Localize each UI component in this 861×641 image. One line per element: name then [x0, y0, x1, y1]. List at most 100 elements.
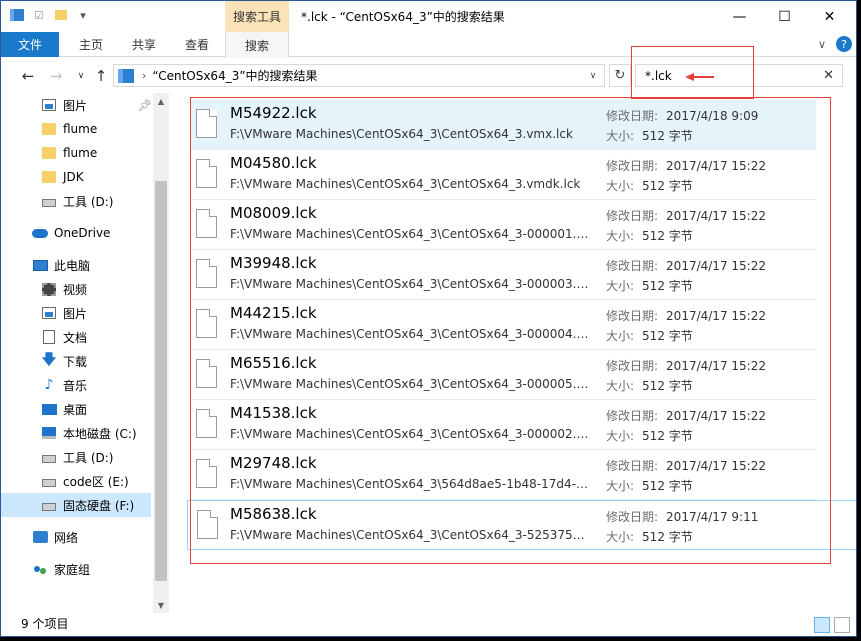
explorer-window: ☑ ▾ 搜索工具 *.lck - “CentOSx64_3”中的搜索结果 — ☐… — [0, 0, 857, 637]
sidebar-item-label: JDK — [63, 170, 84, 184]
sidebar-item-this-pc[interactable]: 此电脑 — [1, 253, 151, 277]
sidebar-item-label: 家庭组 — [54, 562, 91, 577]
tab-home[interactable]: 主页 — [63, 32, 119, 57]
breadcrumb-path[interactable]: “CentOSx64_3”中的搜索结果 — [152, 67, 317, 84]
sidebar-item-label: 图片 — [63, 98, 88, 113]
sidebar-item-label: flume — [63, 146, 98, 160]
search-tools-context-tab: 搜索工具 — [225, 1, 289, 32]
pictures-icon — [41, 97, 57, 113]
sidebar-item-network[interactable]: 网络 — [1, 525, 151, 549]
item-count: 9 个项目 — [21, 617, 69, 631]
help-icon[interactable]: ? — [836, 36, 852, 52]
refresh-button[interactable]: ↻ — [609, 64, 631, 87]
videos-icon — [41, 281, 57, 297]
sidebar-item-label: 固态硬盘 (F:) — [63, 498, 135, 513]
back-button[interactable]: ← — [18, 66, 38, 86]
sidebar-item-drive-f[interactable]: 固态硬盘 (F:) — [1, 493, 151, 517]
drive-icon — [41, 497, 57, 513]
sidebar-item-label: 音乐 — [63, 378, 88, 393]
sidebar-item-drive-d[interactable]: 工具 (D:) — [1, 445, 151, 469]
sidebar-item-music[interactable]: ♪ 音乐 — [1, 373, 151, 397]
sidebar-item-label: OneDrive — [54, 226, 111, 240]
sidebar-scrollbar[interactable]: ▲ ▼ — [153, 93, 169, 613]
address-dropdown-icon[interactable]: ∨ — [582, 65, 604, 86]
breadcrumb-chevron-icon[interactable]: › — [142, 69, 146, 82]
forward-button[interactable]: → — [46, 66, 66, 86]
quick-access-toolbar: ☑ ▾ — [9, 7, 91, 23]
new-folder-icon[interactable] — [53, 7, 69, 23]
window-title: *.lck - “CentOSx64_3”中的搜索结果 — [301, 10, 505, 24]
customize-qat-icon[interactable]: ▾ — [75, 7, 91, 23]
onedrive-icon — [32, 225, 48, 241]
drive-icon — [41, 449, 57, 465]
homegroup-icon — [32, 561, 48, 577]
tab-file[interactable]: 文件 — [1, 32, 59, 57]
scroll-thumb[interactable] — [155, 181, 167, 581]
sidebar-item-drive-c[interactable]: 本地磁盘 (C:) — [1, 421, 151, 445]
drive-icon — [41, 193, 57, 209]
downloads-icon: 🡇 — [41, 352, 57, 368]
maximize-button[interactable]: ☐ — [762, 1, 807, 32]
sidebar-item-label: flume — [63, 122, 98, 136]
sidebar-item-label: 桌面 — [63, 402, 88, 417]
sidebar-item-label: 工具 (D:) — [63, 194, 114, 209]
sidebar-item-label: 工具 (D:) — [63, 450, 114, 465]
tab-share[interactable]: 共享 — [119, 32, 169, 57]
sidebar-item-jdk[interactable]: JDK — [1, 165, 151, 189]
results-highlight-box — [190, 97, 831, 564]
folder-small-icon — [9, 7, 25, 23]
sidebar-item-flume-2[interactable]: flume — [1, 141, 151, 165]
clear-search-icon[interactable]: ✕ — [823, 68, 834, 83]
ribbon-collapse-icon[interactable]: ∨ — [818, 38, 826, 51]
view-switcher — [814, 617, 850, 633]
sidebar-item-downloads[interactable]: 🡇 下载 — [1, 349, 151, 373]
drive-icon — [41, 473, 57, 489]
title-bar: ☑ ▾ 搜索工具 *.lck - “CentOSx64_3”中的搜索结果 — ☐… — [1, 1, 856, 32]
sidebar-item-drive-e[interactable]: code区 (E:) — [1, 469, 151, 493]
folder-icon — [41, 121, 57, 137]
network-icon — [32, 529, 48, 545]
sidebar-item-label: 此电脑 — [54, 258, 91, 273]
pin-icon: 📌︎ — [138, 98, 152, 112]
pictures-icon — [41, 305, 57, 321]
scroll-up-icon[interactable]: ▲ — [153, 93, 169, 109]
sidebar-item-drive-d-quick[interactable]: 工具 (D:) — [1, 189, 151, 213]
sidebar-item-desktop[interactable]: 桌面 — [1, 397, 151, 421]
large-icons-view-icon[interactable] — [834, 617, 850, 633]
address-bar[interactable]: › “CentOSx64_3”中的搜索结果 ∨ — [113, 64, 605, 87]
music-icon: ♪ — [44, 377, 54, 393]
status-bar: 9 个项目 — [1, 613, 856, 636]
tab-view[interactable]: 查看 — [169, 32, 225, 57]
navigation-pane: 图片 📌︎ flume flume JDK 工具 (D:) OneDrive 此… — [1, 93, 169, 613]
sidebar-item-flume-1[interactable]: flume — [1, 117, 151, 141]
folder-icon — [41, 145, 57, 161]
up-button[interactable]: ↑ — [91, 66, 111, 86]
folder-icon — [41, 169, 57, 185]
sidebar-item-pictures[interactable]: 图片 — [1, 301, 151, 325]
sidebar-item-label: 下载 — [63, 354, 88, 369]
desktop-icon — [41, 401, 57, 417]
details-view-icon[interactable] — [814, 617, 830, 633]
sidebar-item-label: 视频 — [63, 282, 88, 297]
sidebar-item-label: 文档 — [63, 330, 88, 345]
sidebar-item-label: 图片 — [63, 306, 88, 321]
sidebar-item-pictures-quick[interactable]: 图片 📌︎ — [1, 93, 152, 117]
close-button[interactable]: ✕ — [807, 1, 852, 32]
scroll-down-icon[interactable]: ▼ — [153, 597, 169, 613]
sidebar-item-onedrive[interactable]: OneDrive — [1, 221, 151, 245]
recent-locations-button[interactable]: ∨ — [71, 66, 91, 86]
tab-search[interactable]: 搜索 — [225, 32, 289, 58]
properties-icon[interactable]: ☑ — [31, 7, 47, 23]
sidebar-item-label: 网络 — [54, 530, 79, 545]
windows-drive-icon — [41, 425, 57, 441]
sidebar-item-documents[interactable]: 文档 — [1, 325, 151, 349]
sidebar-item-label: code区 (E:) — [63, 474, 129, 489]
annotation-arrow-icon — [685, 73, 714, 81]
sidebar-item-label: 本地磁盘 (C:) — [63, 426, 137, 441]
this-pc-icon — [32, 257, 48, 273]
sidebar-item-homegroup[interactable]: 家庭组 — [1, 557, 151, 581]
ribbon-right-controls: ∨ ? — [818, 36, 852, 52]
sidebar-item-videos[interactable]: 视频 — [1, 277, 151, 301]
minimize-button[interactable]: — — [717, 1, 762, 32]
search-folder-icon — [118, 68, 134, 83]
